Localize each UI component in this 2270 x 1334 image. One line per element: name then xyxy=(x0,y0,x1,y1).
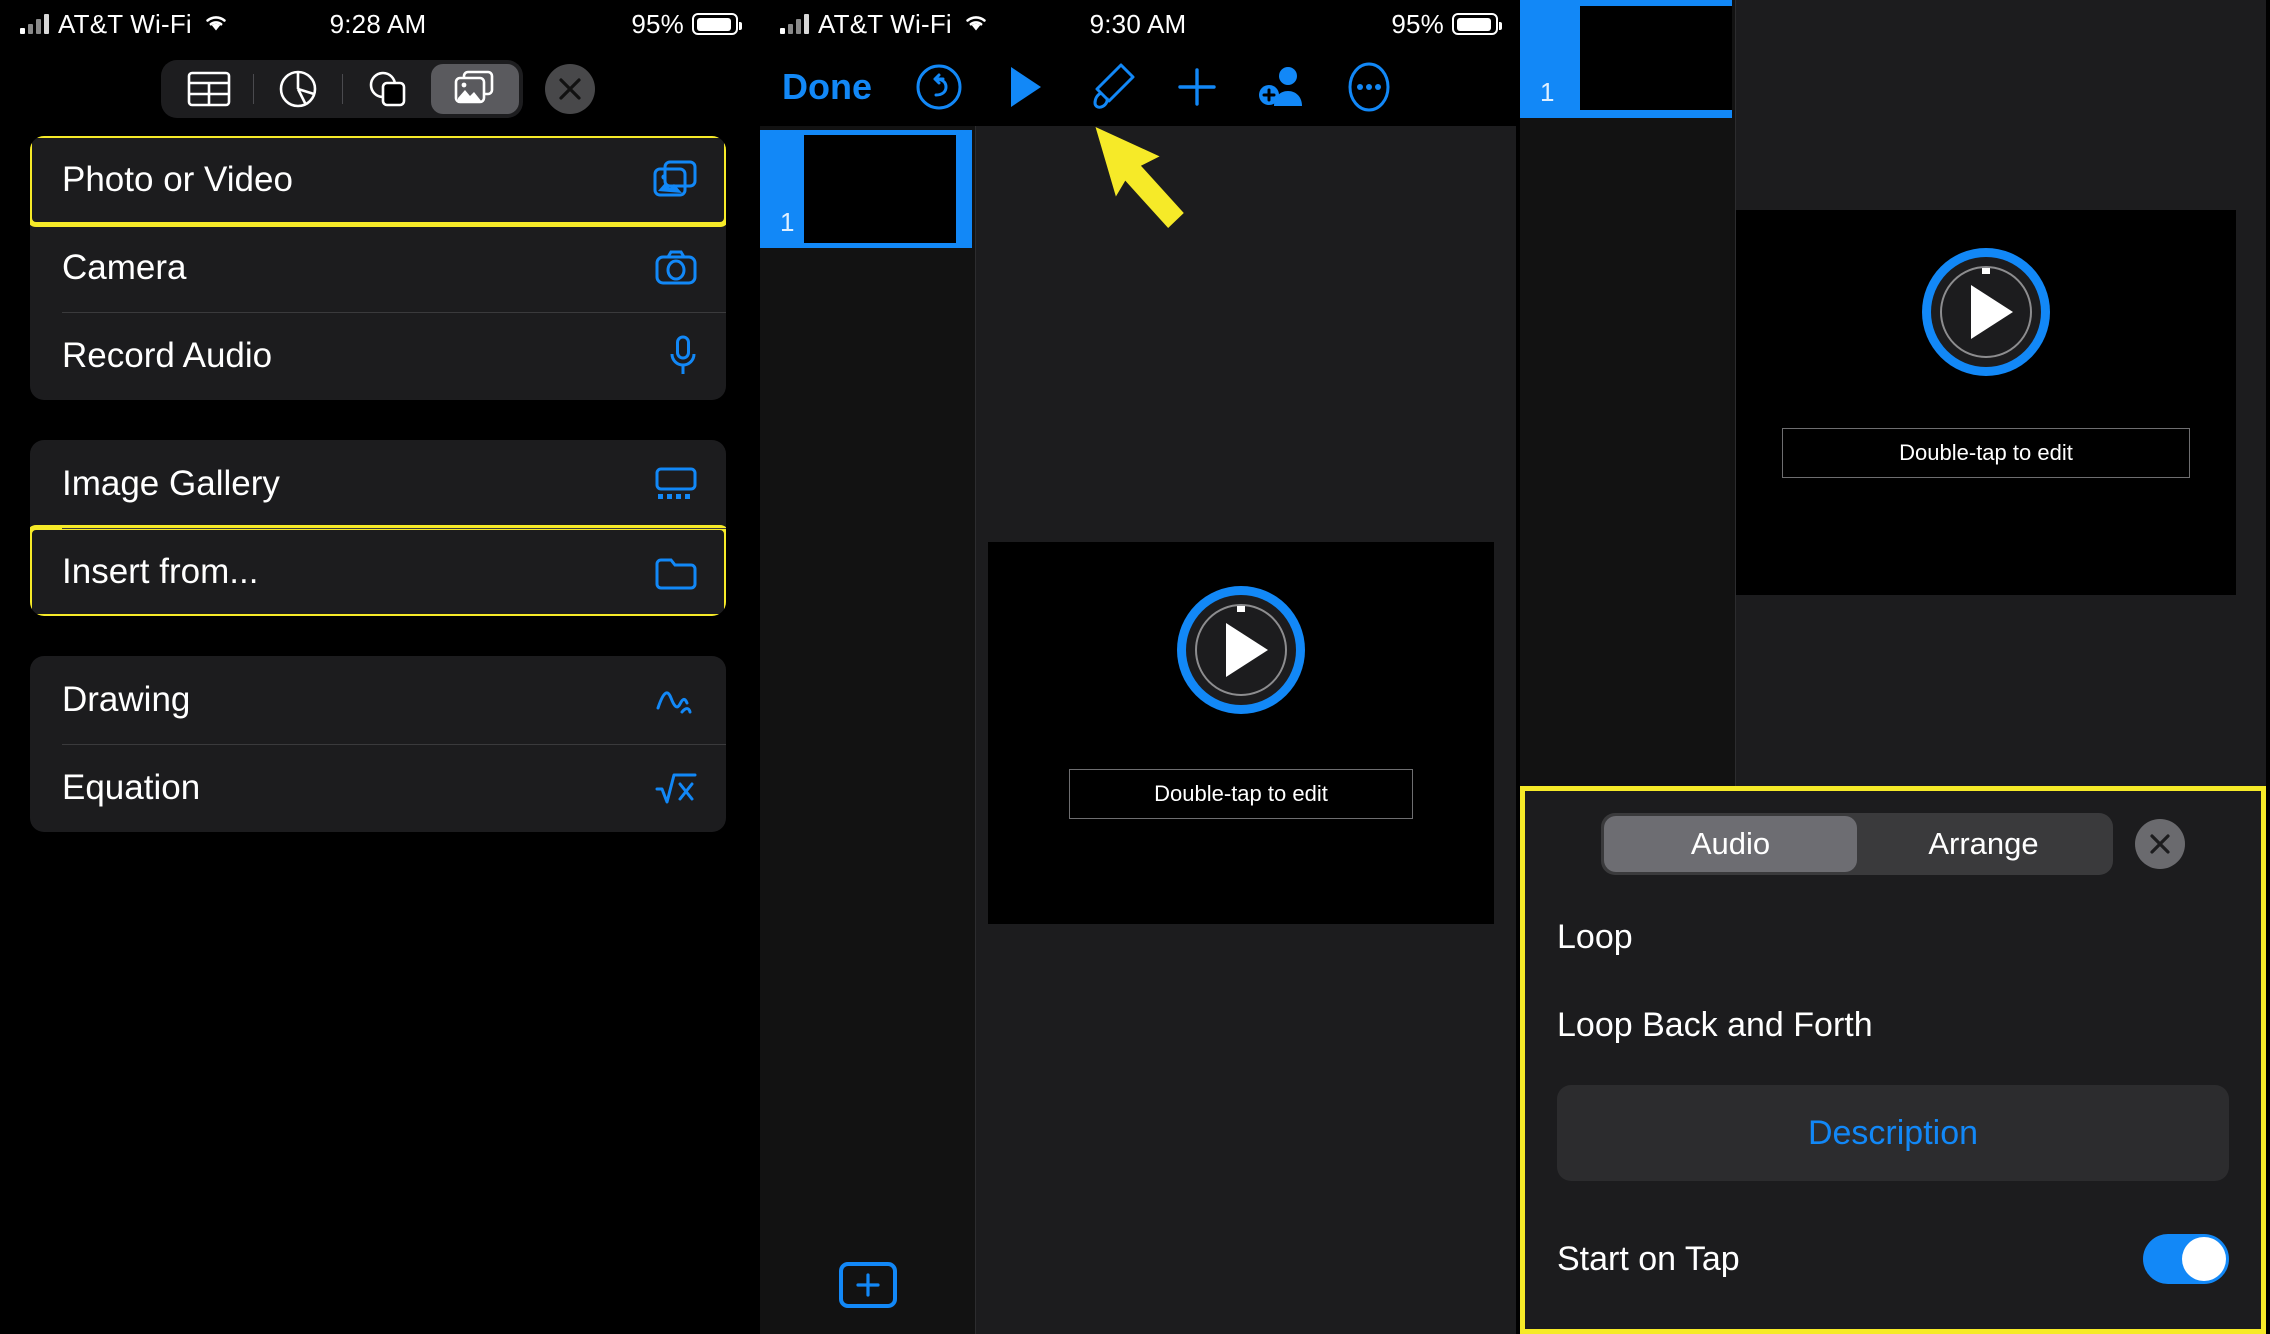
row-loop-back-and-forth[interactable]: Loop Back and Forth xyxy=(1525,981,2261,1069)
drawing-icon xyxy=(654,682,698,718)
insert-table-button[interactable] xyxy=(165,64,253,114)
progress-dot xyxy=(1982,268,1990,274)
slide-number-label: 1 xyxy=(1540,77,1555,107)
panel-format-sheet: 1 Double-tap to edit Audio Arrange Loop … xyxy=(1516,0,2266,1334)
slide-number-label: 1 xyxy=(780,207,795,237)
menu-item-record-audio[interactable]: Record Audio xyxy=(30,312,726,400)
panel-editor-toolbar: AT&T Wi-Fi 9:30 AM 95% Done 1 Double-tap… xyxy=(756,0,1516,1334)
add-collaborator-icon[interactable] xyxy=(1240,52,1326,122)
add-slide-plus-icon xyxy=(838,1262,897,1308)
row-label: Loop Back and Forth xyxy=(1557,1005,1873,1044)
menu-item-camera[interactable]: Camera xyxy=(30,224,726,312)
image-gallery-icon xyxy=(654,467,698,501)
insert-chart-button[interactable] xyxy=(254,64,342,114)
play-button-overlay[interactable] xyxy=(1922,248,2050,376)
insert-menu-group-media: Photo or Video Camera Record Audio xyxy=(30,136,726,400)
battery-icon xyxy=(1452,13,1502,35)
tab-audio[interactable]: Audio xyxy=(1604,816,1857,872)
play-button-overlay[interactable] xyxy=(1177,586,1305,714)
photo-video-icon xyxy=(652,160,698,200)
menu-item-label: Drawing xyxy=(62,680,191,719)
start-on-tap-toggle[interactable] xyxy=(2143,1234,2229,1284)
camera-icon xyxy=(654,250,698,286)
more-icon[interactable] xyxy=(1326,52,1412,122)
row-loop[interactable]: Loop xyxy=(1525,893,2261,981)
menu-item-label: Camera xyxy=(62,248,187,287)
panel-insert-menu: AT&T Wi-Fi 9:28 AM 95% Photo or Video Ca… xyxy=(0,0,756,1334)
play-button-inner xyxy=(1186,595,1296,705)
row-start-on-tap[interactable]: Start on Tap xyxy=(1525,1215,2261,1303)
slide-thumbnail-1[interactable]: 1 xyxy=(760,130,972,248)
status-bar: AT&T Wi-Fi 9:28 AM 95% xyxy=(0,0,756,48)
row-label: Loop xyxy=(1557,917,1633,956)
equation-icon xyxy=(654,770,698,806)
insert-menu-group-gallery: Image Gallery Insert from... xyxy=(30,440,726,616)
double-tap-hint: Double-tap to edit xyxy=(1782,428,2190,478)
menu-item-label: Insert from... xyxy=(62,552,259,591)
menu-item-image-gallery[interactable]: Image Gallery xyxy=(30,440,726,528)
insert-media-button[interactable] xyxy=(431,64,519,114)
microphone-icon xyxy=(668,335,698,377)
close-insert-menu-button[interactable] xyxy=(545,64,595,114)
format-sheet: Audio Arrange Loop Loop Back and Forth D… xyxy=(1520,786,2266,1334)
format-brush-icon[interactable] xyxy=(1068,52,1154,122)
insert-type-segmented-control xyxy=(161,60,523,118)
editor-toolbar: Done xyxy=(760,48,1516,126)
menu-item-insert-from[interactable]: Insert from... xyxy=(30,525,726,616)
add-slide-button[interactable] xyxy=(760,1262,975,1308)
slide-canvas[interactable]: Double-tap to edit xyxy=(976,126,1516,1334)
insert-menu-group-objects: Drawing Equation xyxy=(30,656,726,832)
editor-body: 1 Double-tap to edit xyxy=(760,126,1516,1334)
format-sheet-header: Audio Arrange xyxy=(1525,791,2261,875)
status-bar-clock: 9:30 AM xyxy=(1089,8,1187,39)
video-placeholder[interactable]: Double-tap to edit xyxy=(1736,210,2236,595)
menu-item-label: Photo or Video xyxy=(62,160,293,199)
play-icon[interactable] xyxy=(982,52,1068,122)
video-placeholder[interactable]: Double-tap to edit xyxy=(988,542,1494,924)
slide-thumbnail-content xyxy=(1580,6,1732,110)
menu-item-equation[interactable]: Equation xyxy=(30,744,726,832)
three-panel-screenshot: AT&T Wi-Fi 9:28 AM 95% Photo or Video Ca… xyxy=(0,0,2270,1334)
progress-ring xyxy=(1940,266,2032,358)
format-tabs: Audio Arrange xyxy=(1601,813,2113,875)
description-button[interactable]: Description xyxy=(1557,1085,2229,1181)
row-label: Start on Tap xyxy=(1557,1239,1740,1278)
progress-ring xyxy=(1195,604,1287,696)
menu-item-label: Image Gallery xyxy=(62,464,280,503)
folder-icon xyxy=(654,554,698,590)
insert-toolbar xyxy=(0,48,756,118)
slide-thumbnail-content xyxy=(804,135,956,243)
battery-icon xyxy=(692,13,742,35)
menu-item-photo-or-video[interactable]: Photo or Video xyxy=(30,136,726,227)
double-tap-hint: Double-tap to edit xyxy=(1069,769,1413,819)
status-bar: AT&T Wi-Fi 9:30 AM 95% xyxy=(760,0,1516,48)
play-button-inner xyxy=(1931,257,2041,367)
menu-item-drawing[interactable]: Drawing xyxy=(30,656,726,744)
plus-icon[interactable] xyxy=(1154,52,1240,122)
progress-dot xyxy=(1237,606,1245,612)
status-bar-clock: 9:28 AM xyxy=(329,8,427,39)
insert-menu-list: Photo or Video Camera Record Audio Image… xyxy=(0,118,756,832)
menu-item-label: Equation xyxy=(62,768,201,807)
slide-navigator: 1 xyxy=(760,126,976,1334)
done-button[interactable]: Done xyxy=(782,66,896,108)
insert-shape-button[interactable] xyxy=(343,64,431,114)
tab-arrange[interactable]: Arrange xyxy=(1857,816,2110,872)
close-format-sheet-button[interactable] xyxy=(2135,819,2185,869)
slide-thumbnail-1[interactable]: 1 xyxy=(1520,0,1732,118)
undo-icon[interactable] xyxy=(896,52,982,122)
menu-item-label: Record Audio xyxy=(62,336,273,375)
